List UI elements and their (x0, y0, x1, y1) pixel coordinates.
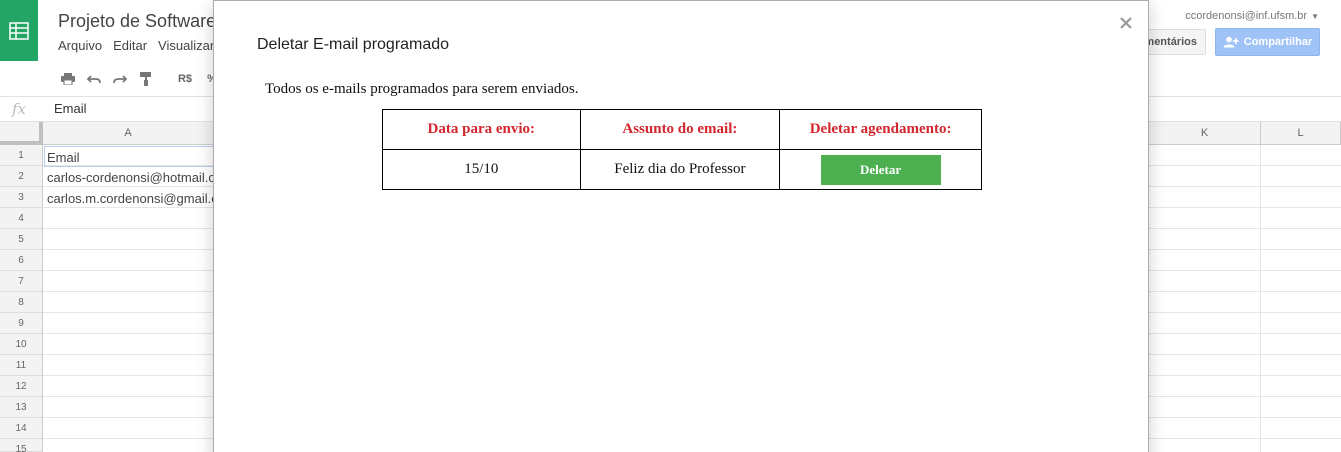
grid-column-line (1260, 145, 1261, 452)
row-header[interactable]: 5 (0, 229, 43, 250)
row-header[interactable]: 2 (0, 166, 43, 187)
scheduled-emails-table: Data para envio: Assunto do email: Delet… (382, 109, 982, 190)
menu-item-arquivo[interactable]: Arquivo (58, 38, 102, 53)
redo-icon[interactable] (112, 71, 128, 87)
print-icon[interactable] (60, 71, 76, 87)
row-header[interactable]: 11 (0, 355, 43, 376)
column-header-a[interactable]: A (43, 122, 214, 145)
sheets-logo-icon[interactable] (0, 0, 38, 61)
share-button[interactable]: Compartilhar (1215, 28, 1320, 56)
fx-icon: fx (12, 100, 27, 118)
add-person-icon (1223, 36, 1239, 48)
cell-a3[interactable]: carlos.m.cordenonsi@gmail.com (47, 188, 213, 209)
menu-item-editar[interactable]: Editar (113, 38, 147, 53)
column-header-subject: Assunto do email: (579, 109, 781, 150)
column-header-send-date: Data para envio: (382, 109, 581, 150)
dialog-description: Todos os e-mails programados para serem … (265, 81, 579, 97)
row-header[interactable]: 15 (0, 439, 43, 452)
row-header[interactable]: 8 (0, 292, 43, 313)
chevron-down-icon: ▼ (1311, 12, 1319, 21)
column-header-l[interactable]: L (1261, 122, 1341, 145)
cell-a1[interactable]: Email (44, 146, 214, 167)
table-header-row: Data para envio: Assunto do email: Delet… (382, 109, 982, 150)
formula-input[interactable]: Email (54, 101, 87, 116)
row-header[interactable]: 13 (0, 397, 43, 418)
menu-bar: Arquivo Editar Visualizar (58, 38, 225, 53)
row-header[interactable]: 9 (0, 313, 43, 334)
delete-button[interactable]: Deletar (820, 154, 941, 185)
column-header-k[interactable]: K (1149, 122, 1261, 145)
row-header[interactable]: 14 (0, 418, 43, 439)
delete-cell: Deletar (779, 149, 982, 190)
row-header[interactable]: 6 (0, 250, 43, 271)
undo-icon[interactable] (86, 71, 102, 87)
send-date-cell: 15/10 (382, 149, 581, 190)
table-row: 15/10 Feliz dia do Professor Deletar (382, 149, 982, 190)
row-header[interactable]: 12 (0, 376, 43, 397)
cell-a2[interactable]: carlos-cordenonsi@hotmail.com (47, 167, 213, 188)
menu-item-visualizar[interactable]: Visualizar (158, 38, 214, 53)
dialog-title: Deletar E-mail programado (257, 36, 450, 53)
subject-cell: Feliz dia do Professor (579, 149, 781, 190)
paint-format-icon[interactable] (138, 71, 154, 87)
column-header-delete: Deletar agendamento: (779, 109, 982, 150)
row-header[interactable]: 1 (0, 145, 43, 166)
account-menu[interactable]: ccordenonsi@inf.ufsm.br ▼ (1185, 10, 1319, 22)
user-email: ccordenonsi@inf.ufsm.br (1185, 10, 1308, 22)
select-all-corner[interactable] (0, 122, 43, 145)
document-title[interactable]: Projeto de Software (58, 11, 216, 32)
delete-scheduled-email-dialog: Deletar E-mail programado Todos os e-mai… (213, 0, 1149, 452)
row-header[interactable]: 3 (0, 187, 43, 208)
row-header[interactable]: 4 (0, 208, 43, 229)
close-icon[interactable] (1118, 15, 1134, 31)
row-header[interactable]: 7 (0, 271, 43, 292)
row-header[interactable]: 10 (0, 334, 43, 355)
share-button-label: Compartilhar (1243, 36, 1313, 48)
currency-format-button[interactable]: R$ (176, 71, 194, 87)
